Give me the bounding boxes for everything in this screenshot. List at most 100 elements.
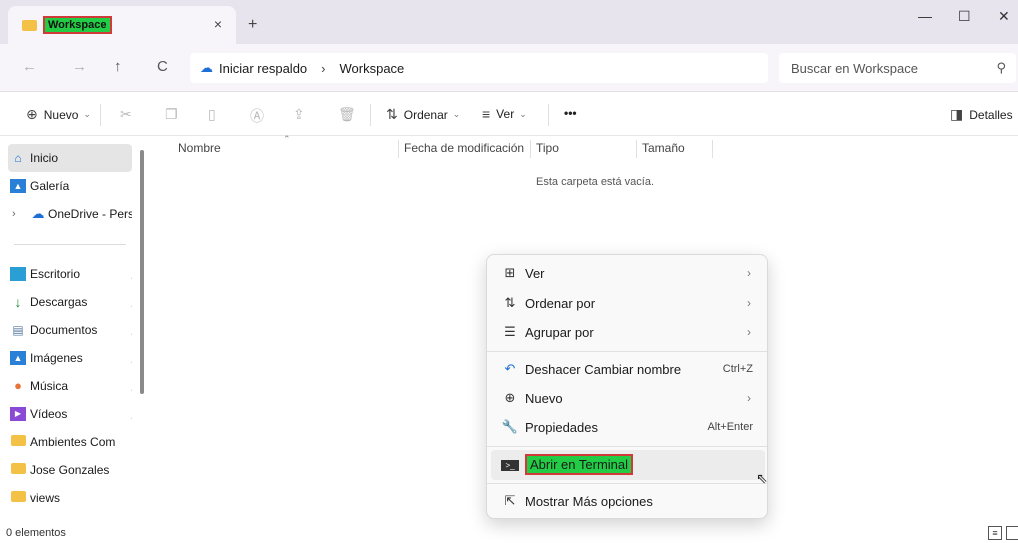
sidebar-item-label: Imágenes [30,351,83,365]
tiles-view-icon[interactable] [1006,526,1018,540]
column-separator[interactable] [530,140,531,158]
details-view-icon[interactable]: ≡ [988,526,1002,540]
cut-button[interactable]: ✂ [120,106,138,123]
maximize-button[interactable]: ☐ [958,8,971,25]
cloud-icon: ☁ [31,206,45,221]
status-bar: 0 elementos [0,524,1018,543]
menu-item-mas-opciones[interactable]: ⇱ Mostrar Más opciones [491,486,765,516]
menu-item-agrupar-por[interactable]: ☰ Agrupar por › [491,317,765,347]
sort-icon: ⇅ [386,106,398,122]
close-window-button[interactable]: ✕ [998,8,1010,25]
sidebar-item-inicio[interactable]: ⌂ Inicio [8,144,132,172]
details-button-label: Detalles [969,107,1013,122]
menu-item-nuevo[interactable]: ⊕ Nuevo › [491,383,765,413]
menu-item-abrir-terminal[interactable]: >_ Abrir en Terminal [491,450,765,480]
forward-button[interactable]: → [72,58,87,75]
new-button[interactable]: ⊕ Nuevo ⌄ [26,106,91,123]
minimize-button[interactable]: — [918,8,932,24]
navigation-pane: ⌂ Inicio ▲ Galería › ☁ OneDrive - Person… [0,136,148,524]
column-header-date[interactable]: Fecha de modificación [404,136,524,160]
music-icon: ● [14,378,22,393]
more-button[interactable]: ••• [564,106,577,120]
menu-item-ordenar-por[interactable]: ⇅ Ordenar por › [491,288,765,318]
pin-icon[interactable]: 📌 [130,381,132,392]
onedrive-backup-icon: ☁ [200,60,213,75]
pin-icon[interactable]: 📌 [130,269,132,280]
share-button[interactable]: ⇪ [293,106,311,123]
sidebar-item-label: views [30,491,61,505]
breadcrumb-workspace[interactable]: Workspace [340,61,405,76]
command-bar: ⊕ Nuevo ⌄ ✂ ❐ ▯ Ⓐ ⇪ 🗑 ⇅ Ordenar ⌄ ≡ Ver … [0,92,1018,136]
menu-shortcut: Ctrl+Z [722,363,753,375]
new-button-label: Nuevo [43,107,79,122]
pin-icon[interactable]: 📌 [130,353,132,364]
details-pane-icon: ◨ [950,106,964,122]
sidebar-item-musica[interactable]: ● Música 📌 [8,372,132,400]
copy-button[interactable]: ❐ [165,106,184,123]
sidebar-item-imagenes[interactable]: ▲ Imágenes 📌 [8,344,132,372]
menu-item-label: Ordenar por [525,295,596,311]
sidebar-item-label: Descargas [30,295,88,309]
menu-item-label: Nuevo [525,390,563,406]
sidebar-item-escritorio[interactable]: Escritorio 📌 [8,260,132,288]
folder-icon [22,19,37,31]
sidebar-item-views[interactable]: views [8,484,132,512]
sidebar-item-documentos[interactable]: ▤ Documentos 📌 [8,316,132,344]
pin-icon[interactable]: 📌 [130,409,132,420]
mouse-cursor-icon: ⇖ [756,470,768,486]
column-header-size[interactable]: Tamaño [642,136,685,160]
paste-icon: ▯ [208,106,216,122]
sort-arrow-icon: ⌃ [283,134,291,144]
copy-icon: ❐ [165,106,178,122]
sidebar-item-videos[interactable]: ▶ Vídeos 📌 [8,400,132,428]
tab-workspace[interactable]: Workspace × [8,6,236,44]
menu-item-propiedades[interactable]: 🔧 Propiedades Alt+Enter [491,412,765,442]
tab-close-button[interactable]: × [214,16,222,32]
column-header-type[interactable]: Tipo [536,136,559,160]
sidebar-item-galeria[interactable]: ▲ Galería [8,172,132,200]
search-input[interactable]: Buscar en Workspace ⚲ [779,53,1016,83]
menu-item-deshacer[interactable]: ↶ Deshacer Cambiar nombre Ctrl+Z [491,354,765,384]
breadcrumb-backup[interactable]: Iniciar respaldo [219,61,307,76]
back-button[interactable]: ← [22,58,37,75]
tab-title: Workspace [43,16,112,34]
terminal-icon: >_ [501,459,519,471]
pin-icon[interactable]: 📌 [130,297,132,308]
delete-button[interactable]: 🗑 [338,106,362,123]
new-tab-button[interactable]: + [248,16,257,34]
sidebar-item-ambientes[interactable]: Ambientes Com [8,428,132,456]
videos-icon: ▶ [10,407,26,421]
menu-item-label: Agrupar por [525,324,594,340]
sidebar-scrollbar[interactable] [140,150,144,394]
folder-icon [10,435,26,449]
chevron-down-icon: ⌄ [83,109,91,119]
details-button[interactable]: ◨ Detalles [950,106,1013,123]
download-icon: ↓ [14,294,22,310]
column-separator[interactable] [712,140,713,158]
column-separator[interactable] [636,140,637,158]
paste-button[interactable]: ▯ [208,106,222,123]
column-separator[interactable] [398,140,399,158]
column-header-name[interactable]: Nombre [178,136,221,160]
menu-item-label: Deshacer Cambiar nombre [525,361,682,377]
menu-item-label: Propiedades [525,419,598,435]
sidebar-item-onedrive[interactable]: › ☁ OneDrive - Personal [8,200,132,228]
view-button[interactable]: ≡ Ver ⌄ [482,106,527,122]
up-button[interactable]: ↑ [114,58,122,75]
menu-shortcut: Alt+Enter [707,421,753,433]
toolbar-divider [100,104,101,126]
sidebar-item-jose-gonzales[interactable]: Jose Gonzales [8,456,132,484]
refresh-button[interactable]: C [157,58,168,75]
toolbar-divider [548,104,549,126]
rename-button[interactable]: Ⓐ [250,106,270,126]
sidebar-item-label: OneDrive - Personal [48,207,132,221]
address-bar[interactable]: ☁ Iniciar respaldo › Workspace [190,53,768,83]
folder-icon [10,463,26,477]
sidebar-item-label: Música [30,379,69,393]
menu-item-ver[interactable]: ⊞ Ver › [491,258,765,288]
sidebar-item-descargas[interactable]: ↓ Descargas 📌 [8,288,133,316]
empty-folder-message: Esta carpeta está vacía. [536,176,655,188]
chevron-right-icon[interactable]: › [12,208,16,220]
sort-button[interactable]: ⇅ Ordenar ⌄ [386,106,460,123]
pin-icon[interactable]: 📌 [130,325,132,336]
